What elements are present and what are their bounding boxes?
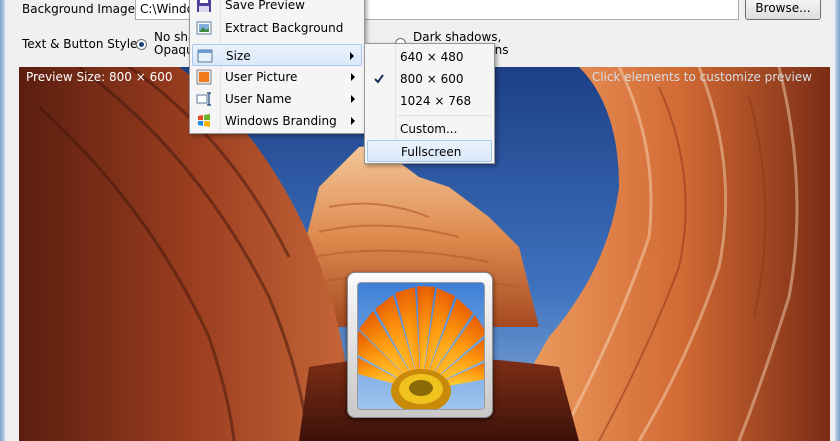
menu-item-label: Size [226,49,251,63]
size-submenu: 640 × 480 800 × 600 1024 × 768 Custom...… [364,43,495,164]
size-option-fullscreen[interactable]: Fullscreen [367,140,492,162]
menu-item-label: Save Preview [225,0,305,12]
menu-item-label: User Name [225,92,292,106]
menu-item-label: 1024 × 768 [400,94,472,108]
size-option-custom[interactable]: Custom... [367,118,492,140]
picture-icon [196,20,212,36]
checkmark-icon [371,71,387,87]
window-icon [197,48,213,64]
user-picture-icon [196,69,212,85]
menu-item-label: Windows Branding [225,114,337,128]
menu-item-label: User Picture [225,70,298,84]
text-button-style-label: Text & Button Style [22,37,138,51]
submenu-arrow-icon [351,95,355,103]
context-menu: Save Preview Extract Background Size Use… [189,0,365,134]
menu-item-label: 800 × 600 [400,72,464,86]
menu-item-label: Custom... [400,122,458,136]
user-picture-flower [357,282,485,410]
browse-button[interactable]: Browse... [745,0,821,20]
floppy-disk-icon [196,0,212,13]
menu-item-save-preview[interactable]: Save Preview [192,0,362,16]
menu-item-user-picture[interactable]: User Picture [192,66,362,88]
size-option-640x480[interactable]: 640 × 480 [367,46,492,68]
window-frame-right [835,0,840,441]
windows-logo-icon [196,113,212,129]
menu-item-label: 640 × 480 [400,50,464,64]
background-image-label: Background Image [22,2,135,16]
window-frame-left [0,0,5,441]
menu-separator [397,115,492,116]
customize-hint-text: Click elements to customize preview [591,70,812,84]
no-shadows-radio[interactable] [136,39,147,50]
user-picture-tile[interactable] [347,272,493,418]
menu-item-size[interactable]: Size [192,44,362,66]
menu-item-windows-branding[interactable]: Windows Branding [192,110,362,132]
size-option-1024x768[interactable]: 1024 × 768 [367,90,492,112]
menu-item-label: Extract Background [225,21,344,35]
menu-item-label: Fullscreen [401,145,462,159]
text-cursor-icon [196,91,212,107]
menu-item-extract-background[interactable]: Extract Background [192,17,362,39]
submenu-arrow-icon [350,52,354,60]
preview-size-text: Preview Size: 800 × 600 [26,70,173,84]
submenu-arrow-icon [351,73,355,81]
size-option-800x600[interactable]: 800 × 600 [367,68,492,90]
submenu-arrow-icon [351,117,355,125]
menu-item-user-name[interactable]: User Name [192,88,362,110]
